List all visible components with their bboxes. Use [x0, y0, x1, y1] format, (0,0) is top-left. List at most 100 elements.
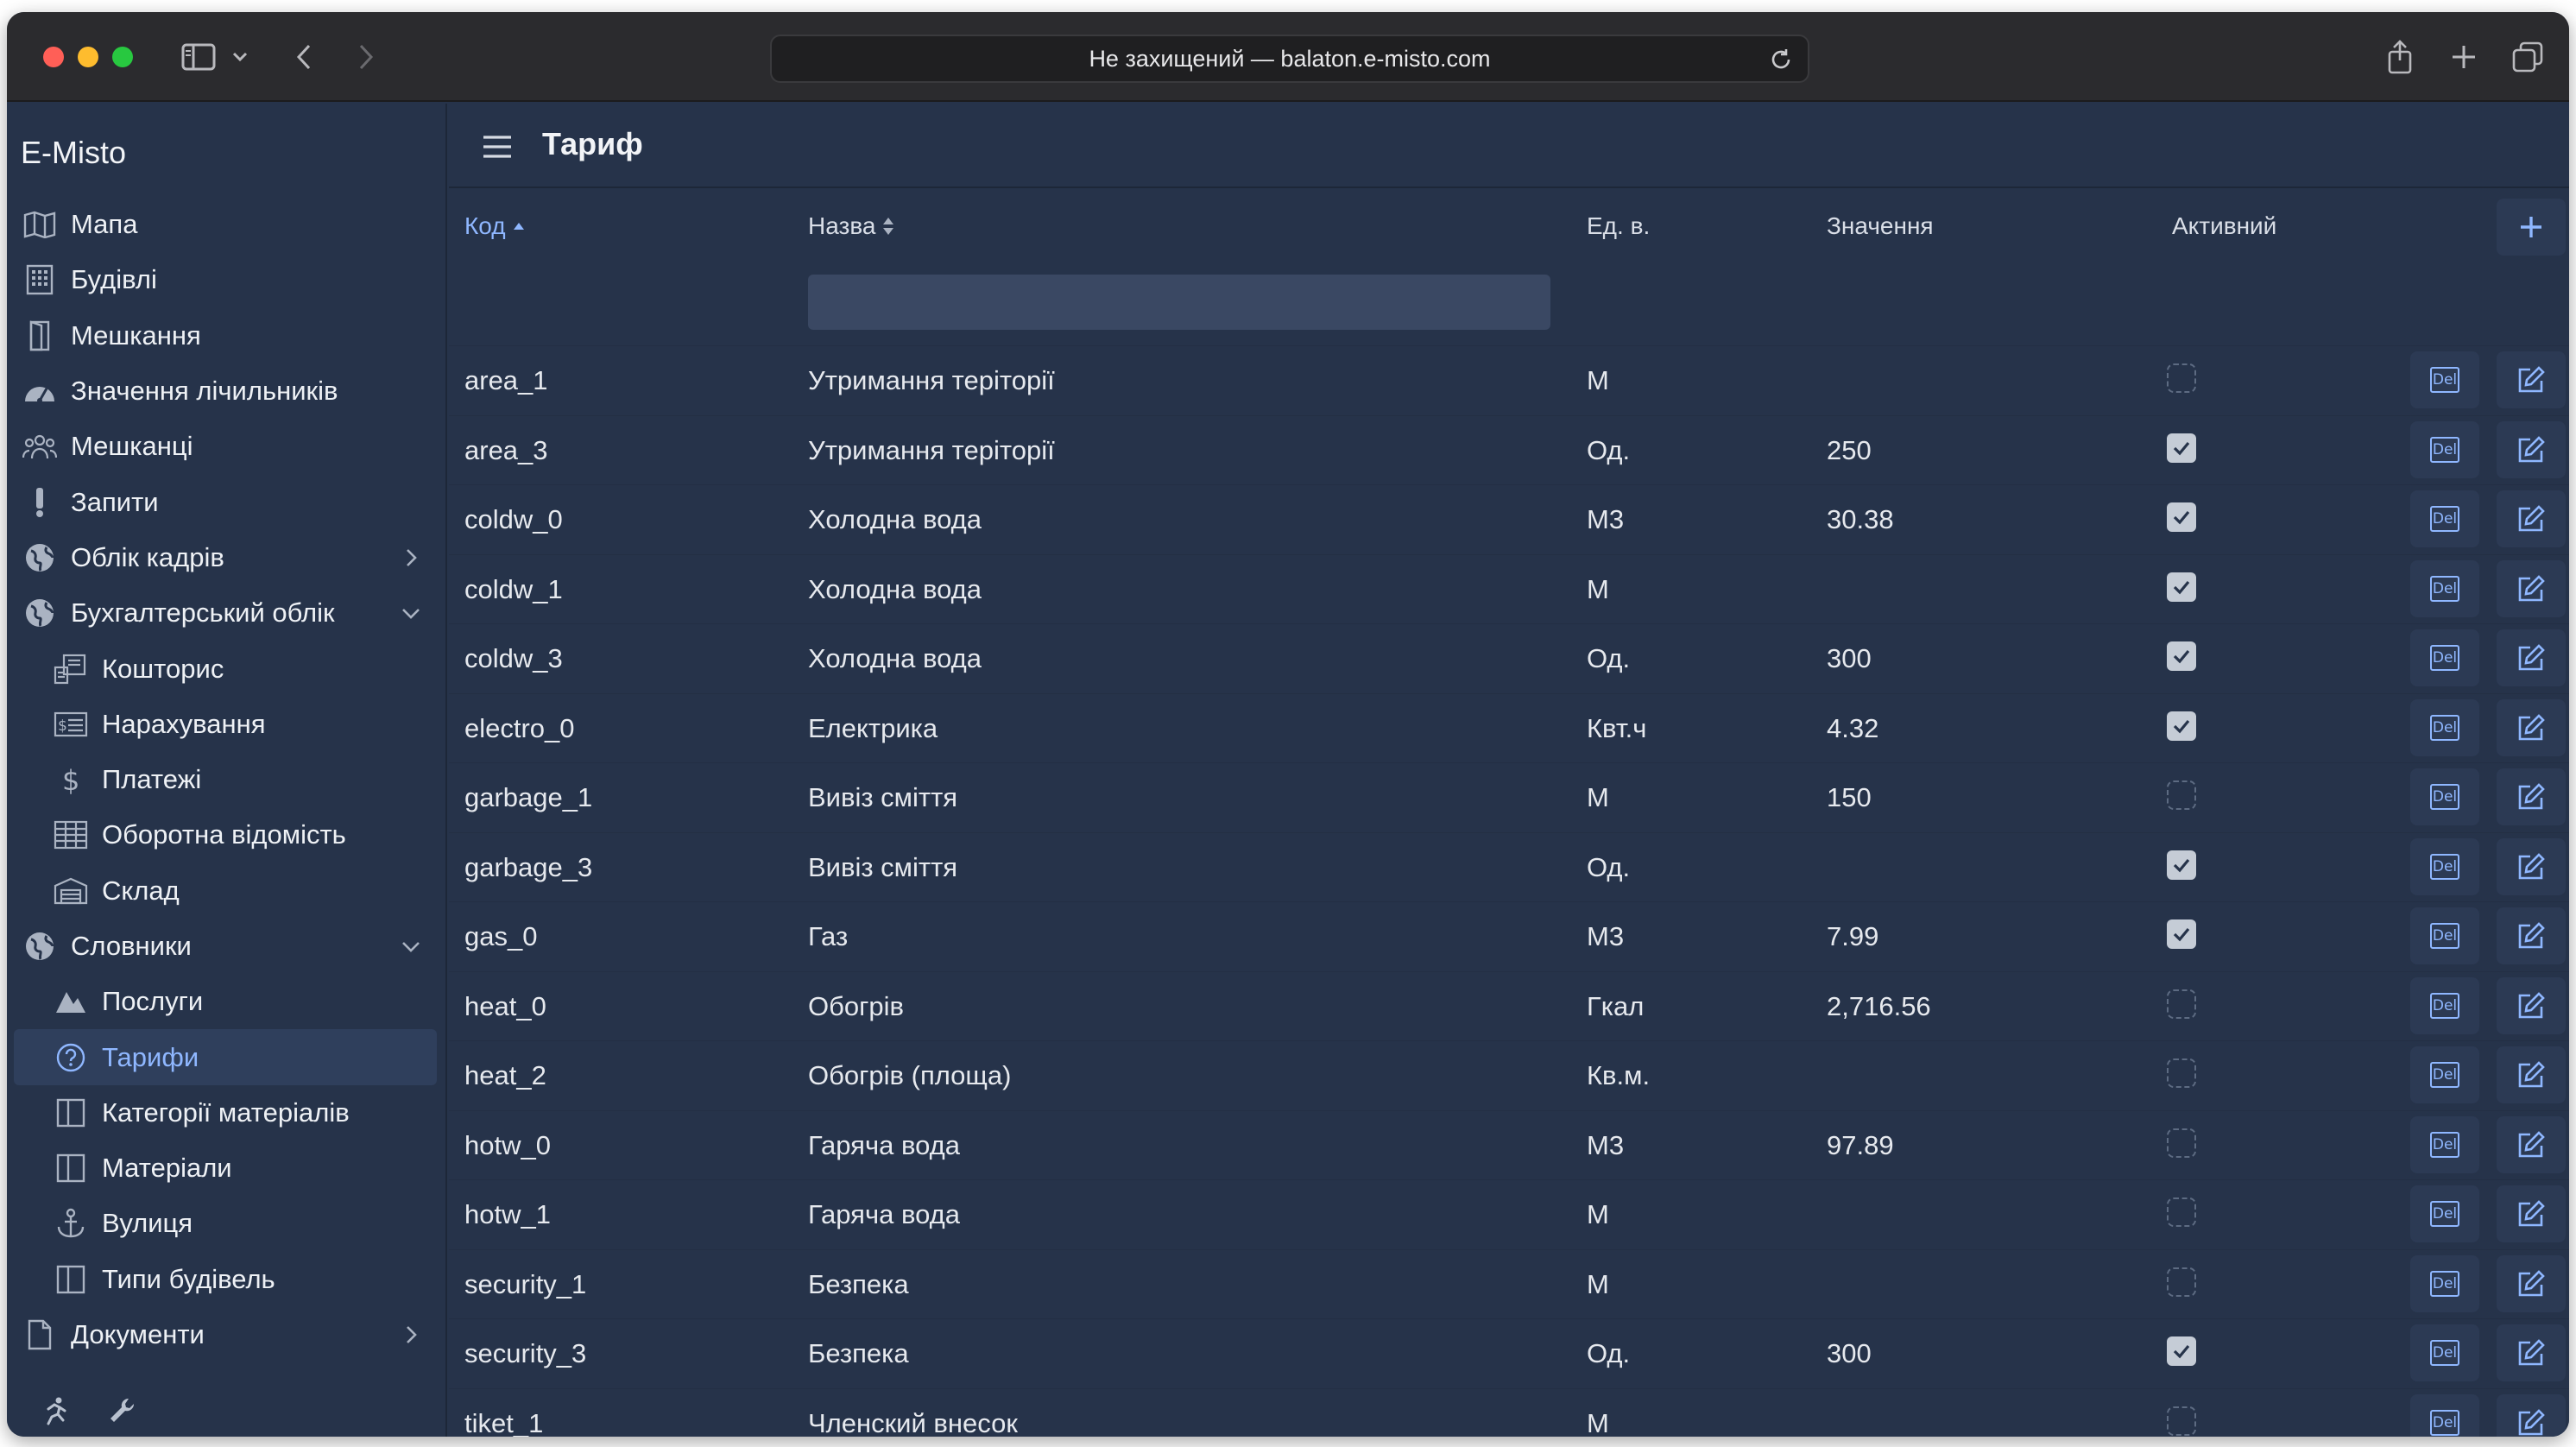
edit-button[interactable]	[2497, 976, 2566, 1034]
active-checkbox[interactable]	[2167, 850, 2196, 880]
delete-button[interactable]: Del	[2410, 559, 2479, 617]
sidebar-item[interactable]: Облік кадрів	[7, 530, 445, 585]
active-checkbox[interactable]	[2167, 502, 2196, 532]
table-row[interactable]: hotw_0 Гаряча вода М3 97.89 Del	[449, 1109, 2569, 1180]
delete-button[interactable]: Del	[2410, 1046, 2479, 1103]
column-header-code[interactable]: Код	[464, 212, 525, 240]
column-header-value[interactable]: Значення	[1827, 212, 1934, 240]
sidebar-item[interactable]: Словники	[7, 919, 445, 974]
table-row[interactable]: electro_0 Електрика Квт.ч 4.32 Del	[449, 692, 2569, 763]
sidebar-item[interactable]: Документи	[7, 1307, 445, 1362]
delete-button[interactable]: Del	[2410, 1254, 2479, 1312]
active-checkbox[interactable]	[2167, 989, 2196, 1019]
delete-button[interactable]: Del	[2410, 1324, 2479, 1381]
delete-button[interactable]: Del	[2410, 907, 2479, 964]
active-checkbox[interactable]	[2167, 711, 2196, 741]
delete-button[interactable]: Del	[2410, 1393, 2479, 1437]
table-row[interactable]: garbage_3 Вивіз сміття Од. Del	[449, 831, 2569, 902]
reload-icon[interactable]	[1768, 47, 1794, 73]
running-person-icon[interactable]	[33, 1390, 79, 1431]
zoom-window-button[interactable]	[112, 47, 133, 67]
chevron-right-icon[interactable]	[399, 1323, 423, 1347]
edit-button[interactable]	[2497, 420, 2566, 478]
sidebar-item[interactable]: Категорії матеріалів	[7, 1085, 445, 1141]
column-header-active[interactable]: Активний	[2172, 212, 2276, 240]
edit-button[interactable]	[2497, 698, 2566, 756]
active-checkbox[interactable]	[2167, 1406, 2196, 1436]
chevron-down-icon[interactable]	[399, 601, 423, 625]
delete-button[interactable]: Del	[2410, 629, 2479, 686]
active-checkbox[interactable]	[2167, 1267, 2196, 1297]
edit-button[interactable]	[2497, 768, 2566, 825]
delete-button[interactable]: Del	[2410, 698, 2479, 756]
sidebar-toggle-icon[interactable]	[176, 35, 221, 79]
sidebar-item[interactable]: Матеріали	[7, 1141, 445, 1196]
sidebar-item[interactable]: $ Платежі	[7, 752, 445, 807]
delete-button[interactable]: Del	[2410, 768, 2479, 825]
close-window-button[interactable]	[43, 47, 64, 67]
back-icon[interactable]	[281, 35, 326, 79]
table-row[interactable]: area_1 Утримання теріторії М Del	[449, 345, 2569, 415]
table-row[interactable]: area_3 Утримання теріторії Од. 250 Del	[449, 414, 2569, 485]
active-checkbox[interactable]	[2167, 1128, 2196, 1158]
delete-button[interactable]: Del	[2410, 490, 2479, 547]
active-checkbox[interactable]	[2167, 1336, 2196, 1366]
table-row[interactable]: tiket_1 Членский внесок М Del	[449, 1387, 2569, 1437]
edit-button[interactable]	[2497, 351, 2566, 408]
sidebar-item[interactable]: Тарифи	[14, 1029, 437, 1085]
sidebar-item[interactable]: Типи будівель	[7, 1252, 445, 1307]
hamburger-menu-icon[interactable]	[480, 130, 515, 164]
sidebar-item[interactable]: Будівлі	[7, 252, 445, 307]
delete-button[interactable]: Del	[2410, 976, 2479, 1034]
active-checkbox[interactable]	[2167, 363, 2196, 393]
edit-button[interactable]	[2497, 1393, 2566, 1437]
active-checkbox[interactable]	[2167, 572, 2196, 602]
table-row[interactable]: gas_0 Газ М3 7.99 Del	[449, 901, 2569, 971]
active-checkbox[interactable]	[2167, 641, 2196, 671]
wrench-icon[interactable]	[98, 1390, 145, 1431]
share-icon[interactable]	[2377, 35, 2422, 79]
edit-button[interactable]	[2497, 837, 2566, 895]
edit-button[interactable]	[2497, 490, 2566, 547]
delete-button[interactable]: Del	[2410, 1115, 2479, 1173]
delete-button[interactable]: Del	[2410, 420, 2479, 478]
delete-button[interactable]: Del	[2410, 351, 2479, 408]
sidebar-item[interactable]: Бухгалтерський облік	[7, 585, 445, 641]
chevron-down-icon[interactable]	[224, 35, 256, 79]
edit-button[interactable]	[2497, 1324, 2566, 1381]
delete-button[interactable]: Del	[2410, 1185, 2479, 1242]
edit-button[interactable]	[2497, 1254, 2566, 1312]
table-row[interactable]: heat_0 Обогрів Гкал 2,716.56 Del	[449, 970, 2569, 1041]
sidebar-item[interactable]: Оборотна відомість	[7, 807, 445, 863]
table-row[interactable]: security_3 Безпека Од. 300 Del	[449, 1318, 2569, 1388]
sidebar-item[interactable]: Склад	[7, 863, 445, 919]
active-checkbox[interactable]	[2167, 780, 2196, 810]
table-row[interactable]: security_1 Безпека М Del	[449, 1248, 2569, 1319]
chevron-down-icon[interactable]	[399, 934, 423, 958]
sidebar-item[interactable]: Мапа	[7, 197, 445, 252]
address-bar[interactable]: Не захищений — balaton.e-misto.com	[770, 35, 1809, 83]
active-checkbox[interactable]	[2167, 1058, 2196, 1088]
sidebar-item[interactable]: Послуги	[7, 974, 445, 1029]
tab-overview-icon[interactable]	[2505, 35, 2550, 79]
name-filter-input[interactable]	[808, 275, 1550, 330]
sidebar-item[interactable]: Кошторис	[7, 641, 445, 696]
edit-button[interactable]	[2497, 1046, 2566, 1103]
delete-button[interactable]: Del	[2410, 837, 2479, 895]
edit-button[interactable]	[2497, 907, 2566, 964]
edit-button[interactable]	[2497, 1185, 2566, 1242]
sidebar-item[interactable]: Мешкання	[7, 308, 445, 363]
sidebar-item[interactable]: Вулиця	[7, 1196, 445, 1251]
sidebar-item[interactable]: $ Нарахування	[7, 697, 445, 752]
sidebar-item[interactable]: Запити	[7, 474, 445, 529]
sidebar-item[interactable]: Значення лічильників	[7, 363, 445, 419]
minimize-window-button[interactable]	[78, 47, 98, 67]
forward-icon[interactable]	[344, 35, 388, 79]
edit-button[interactable]	[2497, 559, 2566, 617]
table-row[interactable]: coldw_1 Холодна вода М Del	[449, 553, 2569, 624]
table-row[interactable]: garbage_1 Вивіз сміття М 150 Del	[449, 762, 2569, 832]
new-tab-icon[interactable]	[2441, 35, 2486, 79]
column-header-name[interactable]: Назва	[808, 212, 894, 240]
column-header-unit[interactable]: Ед. в.	[1587, 212, 1650, 240]
edit-button[interactable]	[2497, 1115, 2566, 1173]
